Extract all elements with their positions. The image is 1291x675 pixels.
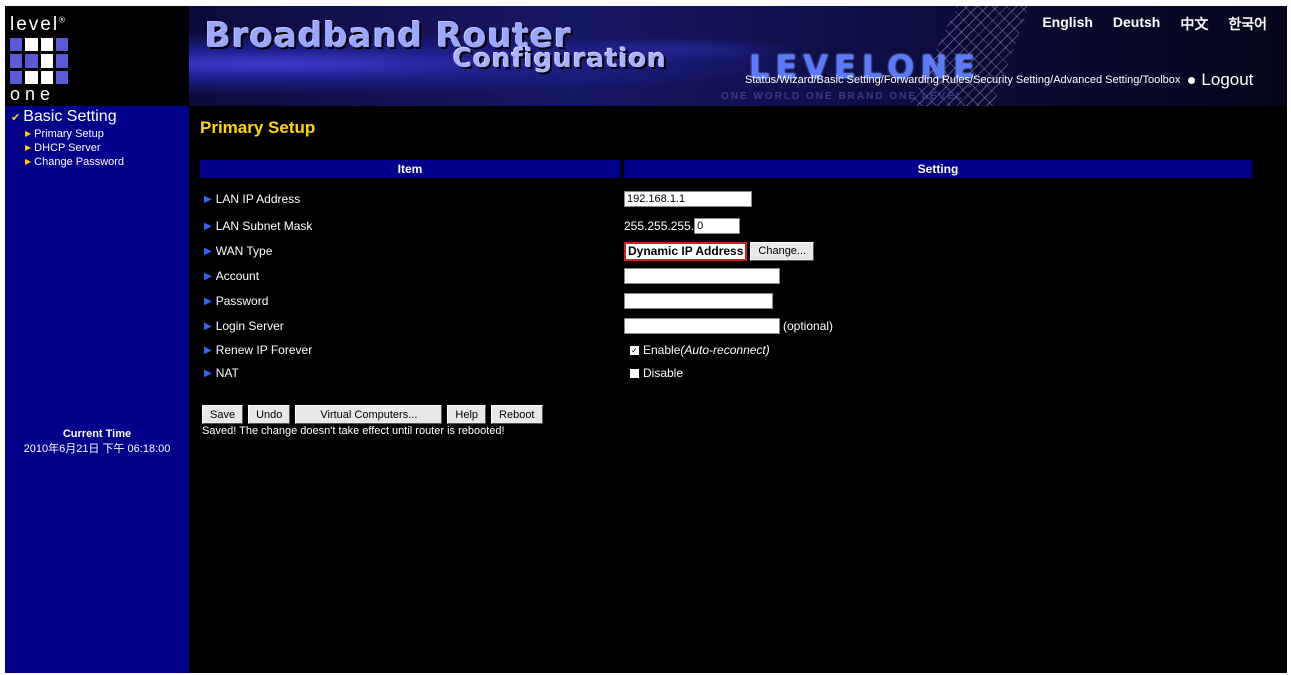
- wan-type-label: WAN Type: [215, 244, 273, 258]
- top-nav: Status / Wizard / Basic Setting / Forwardin…: [745, 70, 1254, 90]
- arrow-icon: ▶: [204, 245, 212, 257]
- renew-ip-hint: (Auto-reconnect): [680, 343, 770, 357]
- router-ui: level® one Broadband Router Configuratio…: [5, 6, 1287, 673]
- language-selector: English Deutsh 中文 한국어: [1042, 14, 1287, 34]
- arrow-icon: ▶: [204, 270, 212, 282]
- check-icon: ✔: [11, 111, 21, 124]
- current-time: Current Time 2010年6月21日 下午 06:18:00: [5, 428, 189, 456]
- logout-link[interactable]: Logout: [1201, 70, 1253, 90]
- password-input[interactable]: [624, 293, 773, 309]
- arrow-icon: ▶: [204, 367, 212, 379]
- help-button[interactable]: Help: [447, 405, 487, 424]
- save-button[interactable]: Save: [202, 405, 244, 424]
- login-server-input[interactable]: [624, 318, 780, 334]
- lan-ip-input[interactable]: 192.168.1.1: [624, 191, 752, 207]
- table-row: ▶ LAN Subnet Mask 255.255.255. 0: [200, 215, 1252, 237]
- action-buttons: Save Undo Virtual Computers... Help Rebo…: [202, 405, 543, 424]
- column-header-setting: Setting: [917, 162, 959, 176]
- logo-text-one: one: [10, 84, 56, 104]
- header-banner: Broadband Router Configuration LEVELONE …: [189, 6, 1287, 106]
- password-label: Password: [215, 294, 269, 308]
- current-time-label: Current Time: [62, 428, 132, 440]
- logo-grid-icon: [10, 38, 68, 84]
- nav-toolbox[interactable]: Toolbox: [1142, 74, 1180, 86]
- bullet-icon: [1188, 76, 1196, 84]
- table-row: ▶ WAN Type Dynamic IP Address Change...: [200, 240, 1252, 262]
- lang-korean[interactable]: 한국어: [1228, 14, 1267, 34]
- arrow-icon: ▶: [204, 295, 212, 307]
- renew-ip-checkbox[interactable]: ✓: [630, 345, 639, 355]
- nat-option: Disable: [643, 366, 684, 380]
- logo-text-level: level®: [10, 14, 67, 35]
- nav-basic-setting[interactable]: Basic Setting: [817, 74, 881, 86]
- status-message: Saved! The change doesn't take effect un…: [202, 425, 505, 437]
- lang-chinese[interactable]: 中文: [1180, 14, 1208, 34]
- nav-forwarding-rules[interactable]: Forwarding Rules: [884, 74, 970, 86]
- table-row: ▶ Login Server (optional): [200, 315, 1252, 337]
- change-wan-type-button[interactable]: Change...: [750, 241, 815, 261]
- account-label: Account: [215, 269, 260, 283]
- sidebar-section-basic-setting[interactable]: ✔ Basic Setting: [11, 108, 117, 126]
- current-time-value: 2010年6月21日 下午 06:18:00: [23, 443, 171, 455]
- nav-security-setting[interactable]: Security Setting: [973, 74, 1050, 86]
- login-server-hint: (optional): [783, 319, 834, 333]
- arrow-icon: ▶: [204, 320, 212, 332]
- subnet-input[interactable]: 0: [694, 218, 741, 234]
- table-header: Item Setting: [200, 160, 1252, 178]
- lang-deutsch[interactable]: Deutsh: [1113, 14, 1160, 34]
- triangle-right-icon: ▶: [25, 143, 32, 152]
- table-row: ▶ Account: [200, 265, 1252, 287]
- page-title: Primary Setup: [200, 118, 316, 137]
- arrow-icon: ▶: [204, 193, 212, 205]
- login-server-label: Login Server: [215, 319, 284, 333]
- renew-ip-label: Renew IP Forever: [215, 343, 313, 357]
- sidebar-item-dhcp-server[interactable]: ▶ DHCP Server: [25, 141, 124, 155]
- sidebar-section-label: Basic Setting: [23, 108, 117, 125]
- wan-type-value: Dynamic IP Address: [624, 241, 748, 261]
- banner-subtitle: Configuration: [453, 44, 667, 74]
- renew-ip-option: Enable: [643, 343, 681, 357]
- table-row: ▶ Renew IP Forever ✓ Enable (Auto-reconne…: [200, 339, 1252, 361]
- nat-label: NAT: [215, 366, 239, 380]
- sidebar: ✔ Basic Setting ▶ Primary Setup ▶ DHCP Ser…: [5, 106, 189, 673]
- levelone-logo: level® one: [5, 6, 189, 106]
- undo-button[interactable]: Undo: [248, 405, 291, 424]
- column-header-item: Item: [397, 162, 423, 176]
- table-row: ▶ LAN IP Address 192.168.1.1: [200, 188, 1252, 210]
- table-row: ▶ Password: [200, 290, 1252, 312]
- subnet-label: LAN Subnet Mask: [215, 219, 313, 233]
- triangle-right-icon: ▶: [25, 129, 32, 138]
- brand-slogan: ONE WORLD ONE BRAND ONE LEVEL: [721, 91, 965, 102]
- nav-wizard[interactable]: Wizard: [779, 74, 813, 86]
- sidebar-item-change-password[interactable]: ▶ Change Password: [25, 155, 124, 169]
- sidebar-item-primary-setup[interactable]: ▶ Primary Setup: [25, 127, 124, 141]
- table-row: ▶ NAT Disable: [200, 362, 1252, 384]
- lan-ip-label: LAN IP Address: [215, 192, 301, 206]
- nav-advanced-setting[interactable]: Advanced Setting: [1053, 74, 1139, 86]
- account-input[interactable]: [624, 268, 780, 284]
- nat-checkbox[interactable]: [630, 368, 639, 378]
- main-content: Primary Setup Item Setting ▶ LAN IP Addre…: [189, 106, 1287, 673]
- arrow-icon: ▶: [204, 220, 212, 232]
- reboot-button[interactable]: Reboot: [491, 405, 543, 424]
- sidebar-menu: ▶ Primary Setup ▶ DHCP Server ▶ Change Pass…: [25, 127, 124, 169]
- triangle-right-icon: ▶: [25, 157, 32, 166]
- lang-english[interactable]: English: [1042, 14, 1093, 34]
- virtual-computers-button[interactable]: Virtual Computers...: [295, 405, 443, 424]
- arrow-icon: ▶: [204, 344, 212, 356]
- subnet-prefix: 255.255.255.: [624, 219, 695, 233]
- nav-status[interactable]: Status: [745, 74, 776, 86]
